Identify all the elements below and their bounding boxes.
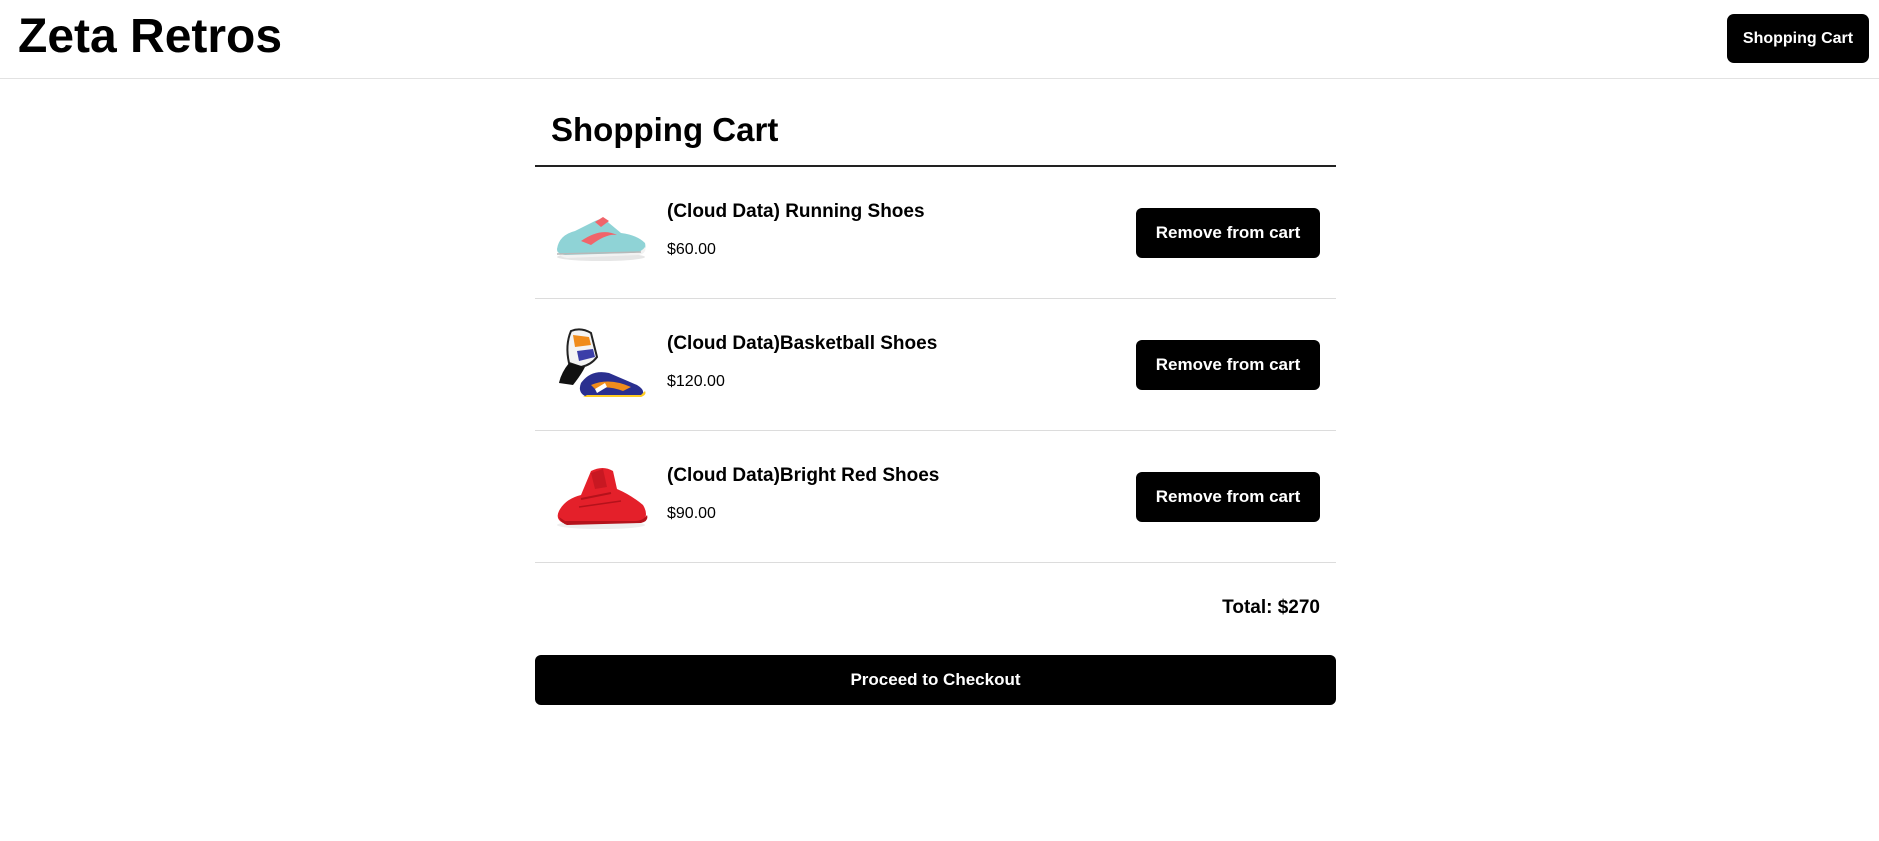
remove-from-cart-button[interactable]: Remove from cart <box>1136 208 1320 258</box>
total-row: Total: $270 <box>535 563 1336 655</box>
running-shoe-image <box>551 191 651 275</box>
brand-title[interactable]: Zeta Retros <box>18 8 282 66</box>
remove-from-cart-button[interactable]: Remove from cart <box>1136 340 1320 390</box>
basketball-shoe-image <box>551 323 651 407</box>
cart-heading: Shopping Cart <box>535 95 1336 167</box>
item-name[interactable]: (Cloud Data)Bright Red Shoes <box>667 465 939 487</box>
proceed-to-checkout-button[interactable]: Proceed to Checkout <box>535 655 1336 705</box>
shopping-cart-button[interactable]: Shopping Cart <box>1727 14 1869 63</box>
top-navigation-bar: Zeta Retros Shopping Cart <box>0 0 1879 79</box>
cart-total: Total: $270 <box>1222 597 1320 618</box>
cart-item: (Cloud Data) Running Shoes $60.00 Remove… <box>535 167 1336 299</box>
item-name[interactable]: (Cloud Data)Basketball Shoes <box>667 333 937 355</box>
item-price: $60.00 <box>667 241 716 258</box>
red-shoe-image <box>551 455 651 539</box>
item-name[interactable]: (Cloud Data) Running Shoes <box>667 201 925 223</box>
item-price: $90.00 <box>667 505 716 522</box>
item-price: $120.00 <box>667 373 725 390</box>
cart-item: (Cloud Data)Basketball Shoes $120.00 Rem… <box>535 299 1336 431</box>
remove-from-cart-button[interactable]: Remove from cart <box>1136 472 1320 522</box>
cart-panel: Shopping Cart (Cloud Data) Running Shoes… <box>535 95 1336 705</box>
cart-item: (Cloud Data)Bright Red Shoes $90.00 Remo… <box>535 431 1336 563</box>
